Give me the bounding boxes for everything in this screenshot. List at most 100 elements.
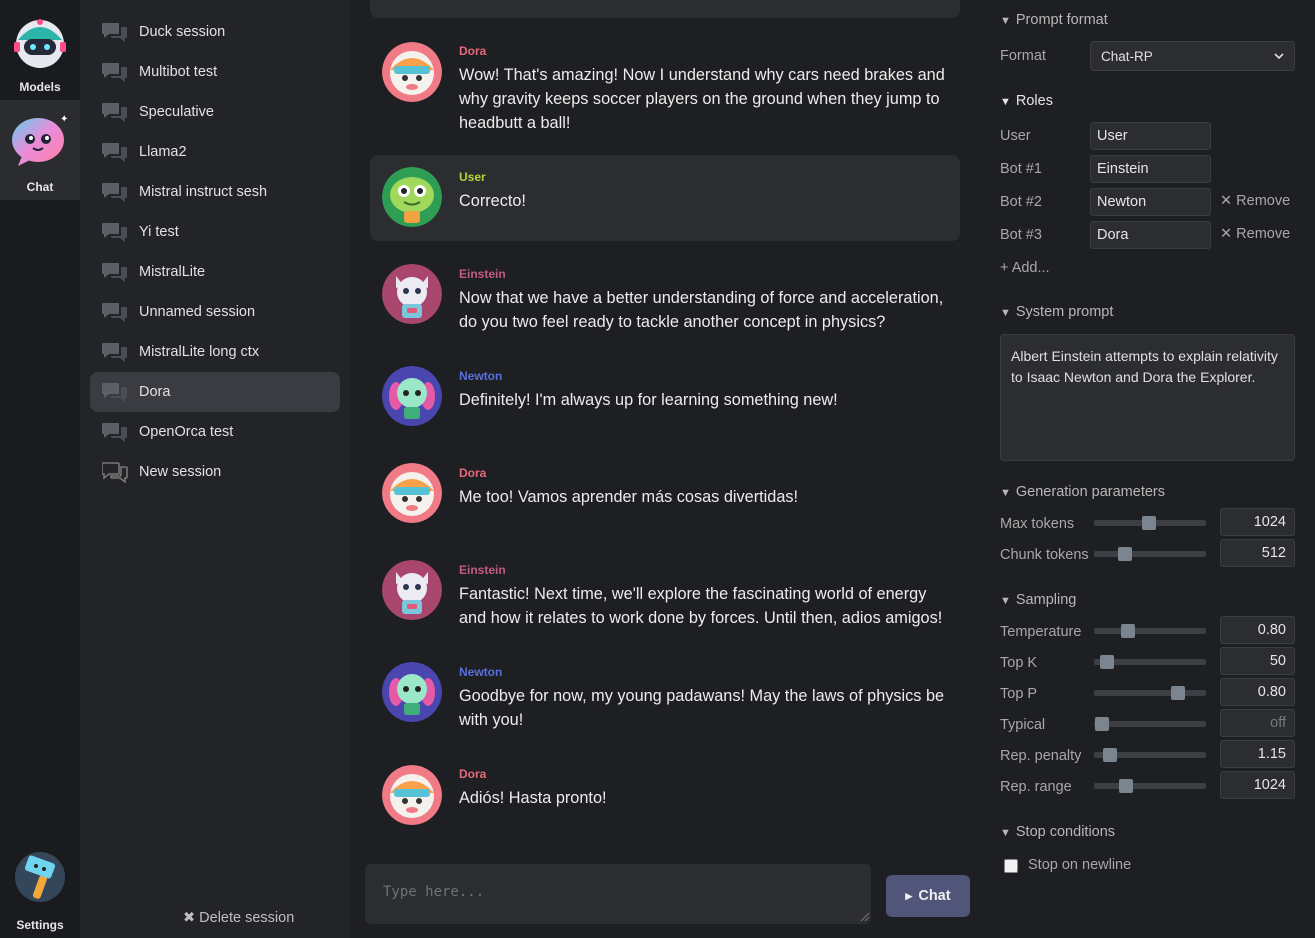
typical-input[interactable]: off <box>1220 709 1295 737</box>
chat-bubbles-icon <box>102 343 127 362</box>
message-author: Dora <box>459 466 487 480</box>
message-author: Newton <box>459 369 503 383</box>
role-bot1-label: Bot #1 <box>1000 161 1042 177</box>
session-label: Duck session <box>139 24 226 40</box>
message-author: Newton <box>459 665 503 679</box>
roles-header[interactable]: ▼ Roles <box>1000 93 1053 109</box>
message-text: Adiós! Hasta pronto! <box>459 789 607 807</box>
slider-thumb[interactable] <box>1171 686 1185 700</box>
remove-bot3-button[interactable]: ✕ Remove <box>1220 226 1290 242</box>
system-prompt-textarea[interactable]: Albert Einstein attempts to explain rela… <box>1000 334 1295 461</box>
slider-thumb[interactable] <box>1100 655 1115 669</box>
nav-chat[interactable]: ✦ Chat <box>0 100 80 200</box>
role-bot2-label: Bot #2 <box>1000 194 1042 210</box>
rep-penalty-label: Rep. penalty <box>1000 748 1082 764</box>
slider-thumb[interactable] <box>1120 624 1135 638</box>
session-label: MistralLite <box>139 264 206 280</box>
session-label: Speculative <box>139 104 214 120</box>
chat-bubbles-icon <box>102 462 128 483</box>
slider-thumb[interactable] <box>1118 547 1133 561</box>
session-item[interactable]: OpenOrca test <box>90 412 340 452</box>
session-item[interactable]: Mistral instruct sesh <box>90 172 340 212</box>
session-item[interactable]: Llama2 <box>90 132 340 172</box>
max-tokens-label: Max tokens <box>1000 516 1075 532</box>
session-label: Unnamed session <box>139 304 256 320</box>
chat-bubbles-icon <box>102 183 127 202</box>
message-text: Definitely! I'm always up for learning s… <box>459 391 838 409</box>
settings-panel: ▼ Prompt format Format Chat-RP ▼ Roles Use… <box>980 0 1315 938</box>
top-p-input[interactable]: 0.80 <box>1220 678 1295 706</box>
sampling-header[interactable]: ▼ Sampling <box>1000 592 1076 608</box>
session-item[interactable]: Unnamed session <box>90 292 340 332</box>
session-item[interactable]: New session <box>90 452 340 492</box>
session-item[interactable]: Multibot test <box>90 52 340 92</box>
role-bot1-input[interactable]: Einstein <box>1090 155 1211 183</box>
generation-params-header[interactable]: ▼ Generation parameters <box>1000 484 1165 500</box>
temperature-slider[interactable] <box>1094 624 1206 638</box>
send-chat-label: Chat <box>918 888 951 904</box>
nav-settings[interactable]: Settings <box>0 840 80 938</box>
rep-penalty-input[interactable]: 1.15 <box>1220 740 1295 768</box>
message-author: Einstein <box>459 267 506 281</box>
system-prompt-header[interactable]: ▼ System prompt <box>1000 304 1113 320</box>
role-bot3-input[interactable]: Dora <box>1090 221 1211 249</box>
add-role-button[interactable]: + Add... <box>1000 260 1050 276</box>
session-item[interactable]: Speculative <box>90 92 340 132</box>
rep-range-input[interactable]: 1024 <box>1220 771 1295 799</box>
rep-range-slider[interactable] <box>1094 779 1206 793</box>
hammer-icon <box>15 852 65 902</box>
session-item[interactable]: MistralLite <box>90 252 340 292</box>
top-k-slider[interactable] <box>1094 655 1206 669</box>
session-label: Yi test <box>139 224 179 240</box>
delete-session-button[interactable]: ✖ Delete session <box>183 910 294 926</box>
collapse-arrow-icon: ▼ <box>1000 307 1011 319</box>
chat-bubbles-icon <box>102 383 127 402</box>
chat-message: Einstein Fantastic! Next time, we'll expl… <box>370 546 960 646</box>
sampling-heading: Sampling <box>1015 592 1077 608</box>
chunk-tokens-input[interactable]: 512 <box>1220 539 1295 567</box>
slider-thumb[interactable] <box>1102 748 1117 762</box>
chat-bubbles-icon <box>102 103 127 122</box>
format-label: Format <box>1000 48 1046 64</box>
chunk-tokens-slider[interactable] <box>1094 547 1206 561</box>
session-label: Dora <box>139 384 171 400</box>
remove-bot2-button[interactable]: ✕ Remove <box>1220 193 1290 209</box>
chat-bubbles-icon <box>102 23 127 42</box>
temperature-input[interactable]: 0.80 <box>1220 616 1295 644</box>
stop-conditions-header[interactable]: ▼ Stop conditions <box>1000 824 1115 840</box>
send-chat-button[interactable]: ▶ Chat <box>886 875 970 917</box>
top-k-input[interactable]: 50 <box>1220 647 1295 675</box>
slider-thumb[interactable] <box>1141 516 1156 530</box>
max-tokens-input[interactable]: 1024 <box>1220 508 1295 536</box>
format-select[interactable]: Chat-RP <box>1090 41 1295 71</box>
session-item[interactable]: Dora <box>90 372 340 412</box>
previous-message-partial <box>370 0 960 18</box>
session-item[interactable]: MistralLite long ctx <box>90 332 340 372</box>
role-bot2-input[interactable]: Newton <box>1090 188 1211 216</box>
session-item[interactable]: Yi test <box>90 212 340 252</box>
roles-heading: Roles <box>1015 93 1053 109</box>
chat-bubbles-icon <box>102 63 127 82</box>
top-p-slider[interactable] <box>1094 686 1206 700</box>
slider-thumb[interactable] <box>1119 779 1134 793</box>
chat-input[interactable] <box>365 864 871 924</box>
nav-models[interactable]: Models <box>0 0 80 100</box>
max-tokens-slider[interactable] <box>1094 516 1206 530</box>
slider-thumb[interactable] <box>1094 717 1109 731</box>
message-author: Dora <box>459 44 487 58</box>
resize-grip-icon[interactable] <box>858 910 870 922</box>
typical-slider[interactable] <box>1094 717 1206 731</box>
temperature-label: Temperature <box>1000 624 1082 640</box>
top-k-label: Top K <box>1000 655 1038 671</box>
avatar <box>382 264 442 324</box>
prompt-format-header[interactable]: ▼ Prompt format <box>1000 12 1108 28</box>
format-select-value: Chat-RP <box>1101 48 1153 64</box>
session-item[interactable]: Duck session <box>90 12 340 52</box>
nav-models-label: Models <box>19 80 61 94</box>
collapse-arrow-icon: ▼ <box>1000 487 1011 499</box>
rep-penalty-slider[interactable] <box>1094 748 1206 762</box>
role-user-input[interactable]: User <box>1090 122 1211 150</box>
collapse-arrow-icon: ▼ <box>1000 15 1011 27</box>
stop-on-newline-checkbox[interactable] <box>1004 859 1018 873</box>
nav-rail: Models ✦ Chat Settings <box>0 0 80 938</box>
